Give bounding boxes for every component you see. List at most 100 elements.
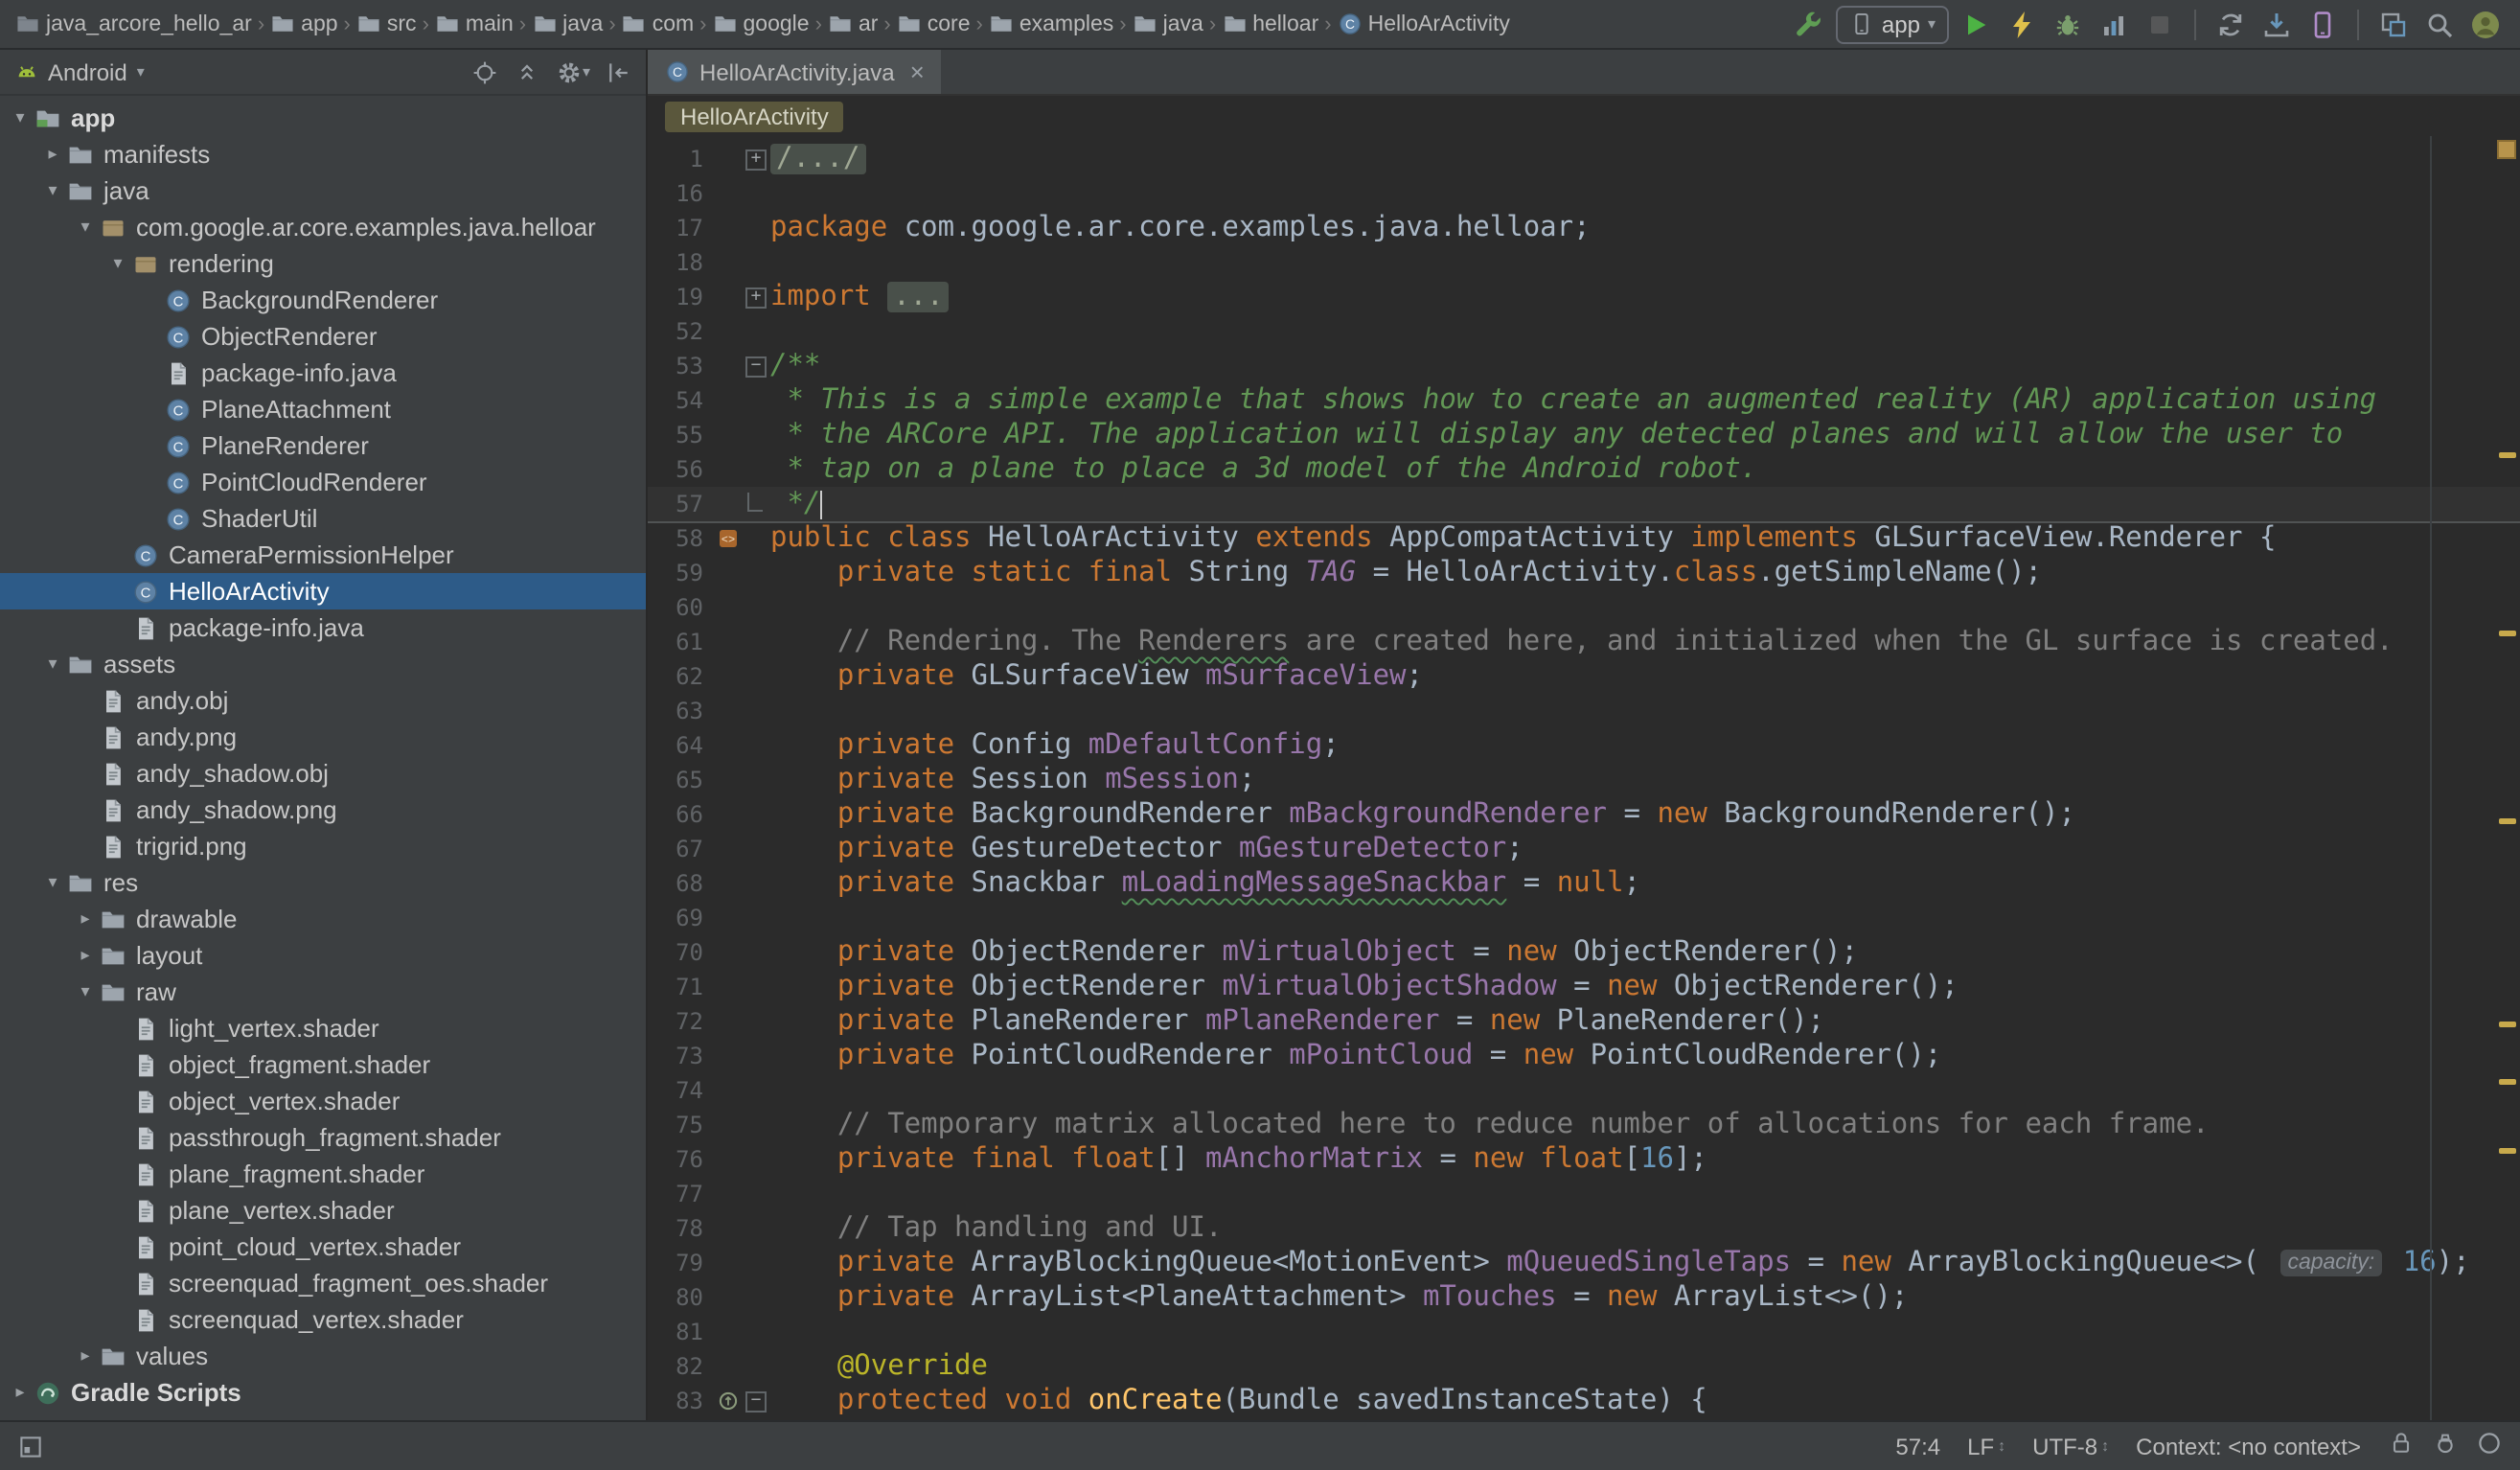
code-line[interactable]: 57 */ [648,487,2520,521]
tree-item-screenquad_fragment_oes.shader[interactable]: screenquad_fragment_oes.shader [0,1265,646,1301]
code-line[interactable]: 68 private Snackbar mLoadingMessageSnack… [648,866,2520,901]
tree-item-light_vertex.shader[interactable]: light_vertex.shader [0,1010,646,1046]
code-line[interactable]: 58<>public class HelloArActivity extends… [648,521,2520,556]
tree-item-andy_shadow.obj[interactable]: andy_shadow.obj [0,755,646,792]
warning-stripe-mark[interactable] [2499,1079,2516,1085]
tree-toggle-icon[interactable]: ▾ [73,981,98,1002]
tree-toggle-icon[interactable]: ▸ [40,144,65,165]
tree-item-values[interactable]: ▸values [0,1338,646,1374]
avatar-button[interactable] [2466,3,2505,45]
code-line[interactable]: 59 private static final String TAG = Hel… [648,556,2520,590]
code-line[interactable]: 71 private ObjectRenderer mVirtualObject… [648,970,2520,1004]
fold-marker[interactable] [744,280,770,314]
hide-panel-button[interactable] [606,58,632,85]
warning-stripe-mark[interactable] [2499,631,2516,636]
code-editor[interactable]: 1/.../1617package com.google.ar.core.exa… [648,136,2520,1420]
tree-item-PlaneAttachment[interactable]: CPlaneAttachment [0,391,646,427]
code-line[interactable]: 80 private ArrayList<PlaneAttachment> mT… [648,1280,2520,1315]
code-line[interactable]: 66 private BackgroundRenderer mBackgroun… [648,797,2520,832]
layout-inspector-button[interactable] [2374,3,2413,45]
sdk-manager-button[interactable] [2257,3,2296,45]
tree-item-object_fragment.shader[interactable]: object_fragment.shader [0,1046,646,1083]
code-line[interactable]: 81 [648,1315,2520,1349]
apply-changes-button[interactable] [2003,3,2041,45]
code-line[interactable]: 62 private GLSurfaceView mSurfaceView; [648,659,2520,694]
tree-item-com.google.ar.core.examples.java.helloar[interactable]: ▾com.google.ar.core.examples.java.helloa… [0,209,646,245]
tree-item-ObjectRenderer[interactable]: CObjectRenderer [0,318,646,355]
encoding-widget[interactable]: UTF-8 ↕ [2032,1433,2109,1459]
tree-item-andy.png[interactable]: andy.png [0,719,646,755]
tree-toggle-icon[interactable]: ▸ [73,1345,98,1367]
tree-item-Gradle Scripts[interactable]: ▸Gradle Scripts [0,1374,646,1411]
error-stripe[interactable] [2493,136,2520,1420]
breadcrumb-item-java[interactable]: java [1133,11,1203,36]
breadcrumb-item-main[interactable]: main [435,11,514,36]
warning-stripe-mark[interactable] [2499,452,2516,458]
code-line[interactable]: 76 private final float[] mAnchorMatrix =… [648,1142,2520,1177]
tab-helloaractivity-java[interactable]: C HelloArActivity.java × [648,50,942,94]
warning-stripe-mark[interactable] [2499,1022,2516,1027]
tree-toggle-icon[interactable]: ▾ [40,654,65,675]
breadcrumb-current-element[interactable]: HelloArActivity [665,101,844,131]
breadcrumb-item-java_arcore_hello_ar[interactable]: java_arcore_hello_ar [15,11,252,36]
tree-item-layout[interactable]: ▸layout [0,937,646,974]
tree-toggle-icon[interactable]: ▾ [8,107,33,128]
tree-item-rendering[interactable]: ▾rendering [0,245,646,282]
code-line[interactable]: 82 @Override [648,1349,2520,1384]
tree-item-drawable[interactable]: ▸drawable [0,901,646,937]
tree-item-andy_shadow.png[interactable]: andy_shadow.png [0,792,646,828]
debug-button[interactable] [2049,3,2087,45]
sync-project-button[interactable] [2211,3,2250,45]
tree-item-CameraPermissionHelper[interactable]: CCameraPermissionHelper [0,537,646,573]
code-line[interactable]: 64 private Config mDefaultConfig; [648,728,2520,763]
fold-marker[interactable] [744,142,770,176]
tree-item-point_cloud_vertex.shader[interactable]: point_cloud_vertex.shader [0,1229,646,1265]
profile-button[interactable] [2095,3,2133,45]
line-separator-widget[interactable]: LF ↕ [1967,1433,2005,1459]
code-line[interactable]: 67 private GestureDetector mGestureDetec… [648,832,2520,866]
breadcrumb-item-src[interactable]: src [356,11,417,36]
code-line[interactable]: 18 [648,245,2520,280]
tree-toggle-icon[interactable]: ▾ [40,180,65,201]
code-line[interactable]: 16 [648,176,2520,211]
code-line[interactable]: 52 [648,314,2520,349]
tree-item-ShaderUtil[interactable]: CShaderUtil [0,500,646,537]
code-line[interactable]: 65 private Session mSession; [648,763,2520,797]
tree-toggle-icon[interactable]: ▸ [73,908,98,930]
code-line[interactable]: 79 private ArrayBlockingQueue<MotionEven… [648,1246,2520,1280]
code-line[interactable]: 74 [648,1073,2520,1108]
project-view-selector[interactable]: Android [48,58,127,85]
code-line[interactable]: 61 // Rendering. The Renderers are creat… [648,625,2520,659]
tree-item-HelloArActivity[interactable]: CHelloArActivity [0,573,646,609]
code-line[interactable]: 53/** [648,349,2520,383]
tree-item-trigrid.png[interactable]: trigrid.png [0,828,646,864]
project-tree[interactable]: ▾app▸manifests▾java▾com.google.ar.core.e… [0,96,646,1420]
code-line[interactable]: 17package com.google.ar.core.examples.ja… [648,211,2520,245]
breadcrumb-item-com[interactable]: com [622,11,694,36]
fold-marker[interactable] [744,349,770,383]
collapse-all-button[interactable] [514,58,540,85]
override-marker-icon[interactable] [713,1384,744,1418]
code-line[interactable]: 60 [648,590,2520,625]
tree-item-plane_fragment.shader[interactable]: plane_fragment.shader [0,1156,646,1192]
warning-stripe-mark[interactable] [2499,818,2516,824]
tree-item-assets[interactable]: ▾assets [0,646,646,682]
breadcrumb-item-examples[interactable]: examples [989,11,1113,36]
code-line[interactable]: 70 private ObjectRenderer mVirtualObject… [648,935,2520,970]
tree-item-app[interactable]: ▾app [0,100,646,136]
locate-file-button[interactable] [471,58,498,85]
tree-item-package-info.java[interactable]: package-info.java [0,355,646,391]
code-line[interactable]: 1/.../ [648,142,2520,176]
close-icon[interactable]: × [910,59,925,84]
context-widget[interactable]: Context: <no context> [2136,1433,2361,1459]
tree-toggle-icon[interactable]: ▾ [73,217,98,238]
warning-stripe-mark[interactable] [2499,1148,2516,1154]
avd-manager-button[interactable] [2303,3,2342,45]
fold-marker[interactable] [744,1384,770,1418]
inspection-indicator[interactable] [2497,140,2516,159]
tree-item-manifests[interactable]: ▸manifests [0,136,646,172]
breadcrumb-item-java[interactable]: java [532,11,603,36]
breadcrumb-item-core[interactable]: core [897,11,971,36]
code-line[interactable]: 54 * This is a simple example that shows… [648,383,2520,418]
code-line[interactable]: 55 * the ARCore API. The application wil… [648,418,2520,452]
